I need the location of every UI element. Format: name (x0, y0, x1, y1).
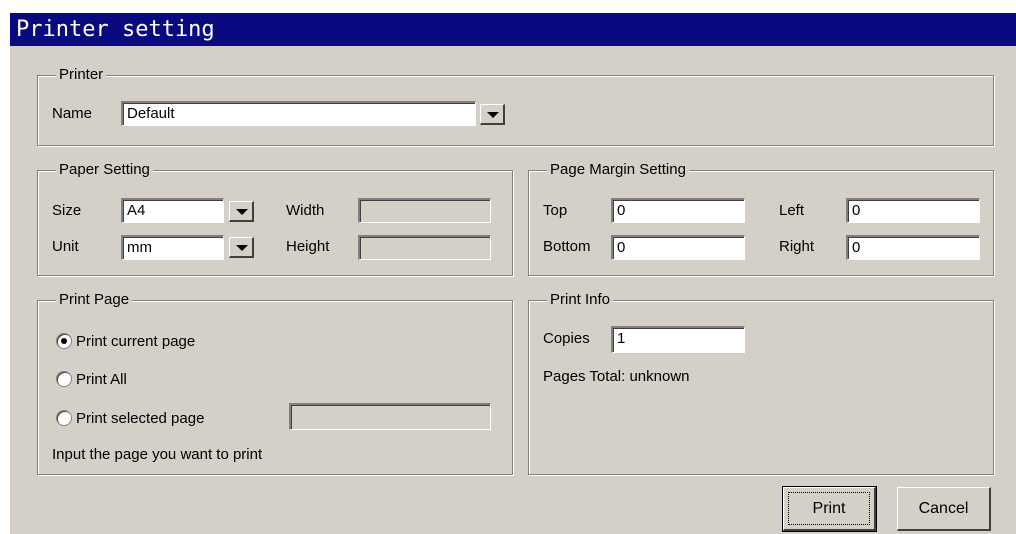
paper-width-input[interactable] (358, 198, 491, 223)
chevron-down-icon (236, 209, 248, 215)
margin-top-input[interactable]: 0 (611, 198, 745, 223)
print-current-page-label[interactable]: Print current page (76, 333, 195, 351)
margin-left-input[interactable]: 0 (846, 198, 980, 223)
page-margin-legend: Page Margin Setting (547, 161, 689, 179)
pages-total-text: Pages Total: unknown (543, 368, 690, 385)
paper-unit-dropdown-button[interactable] (229, 237, 254, 258)
print-page-legend: Print Page (56, 291, 133, 309)
margin-right-label: Right (779, 238, 815, 255)
margin-right-input[interactable]: 0 (846, 235, 980, 260)
paper-unit-select[interactable]: mm (121, 235, 224, 260)
window-title: Printer setting (10, 13, 1016, 46)
copies-label: Copies (543, 330, 590, 347)
print-button[interactable]: Print (782, 486, 877, 532)
copies-input[interactable]: 1 (611, 326, 745, 353)
selected-pages-input[interactable] (289, 403, 491, 430)
margin-top-label: Top (543, 202, 568, 219)
print-page-hint: Input the page you want to print (52, 446, 263, 463)
print-page-group: Print Page Print current page Print All … (37, 291, 513, 475)
print-info-legend: Print Info (547, 291, 614, 309)
printer-name-dropdown-button[interactable] (480, 104, 505, 125)
printer-name-label: Name (52, 105, 93, 122)
paper-unit-label: Unit (52, 238, 79, 255)
margin-left-label: Left (779, 202, 805, 219)
print-selected-page-radio[interactable] (56, 410, 72, 426)
cancel-button[interactable]: Cancel (897, 487, 991, 531)
paper-size-label: Size (52, 202, 82, 219)
paper-height-label: Height (286, 238, 330, 255)
printer-setting-dialog: Printer setting Printer Name Default Pap… (10, 13, 1016, 534)
margin-bottom-input[interactable]: 0 (611, 235, 745, 260)
printer-name-select[interactable]: Default (121, 101, 476, 126)
page-margin-group: Page Margin Setting Top 0 Left 0 Bottom … (528, 161, 994, 276)
print-info-group: Print Info Copies 1 Pages Total: unknown (528, 291, 994, 475)
printer-group: Printer Name Default (37, 66, 994, 146)
paper-width-label: Width (286, 202, 325, 219)
paper-height-input[interactable] (358, 235, 491, 260)
paper-setting-legend: Paper Setting (56, 161, 153, 179)
print-all-radio[interactable] (56, 371, 72, 387)
print-selected-page-label[interactable]: Print selected page (76, 410, 204, 428)
margin-bottom-label: Bottom (543, 238, 591, 255)
chevron-down-icon (487, 112, 499, 118)
chevron-down-icon (236, 245, 248, 251)
print-all-label[interactable]: Print All (76, 371, 127, 389)
paper-size-select[interactable]: A4 (121, 198, 224, 223)
print-current-page-radio[interactable] (56, 333, 72, 349)
paper-setting-group: Paper Setting Size A4 Width Unit mm Heig… (37, 161, 513, 276)
paper-size-dropdown-button[interactable] (229, 201, 254, 222)
printer-group-legend: Printer (56, 66, 107, 84)
